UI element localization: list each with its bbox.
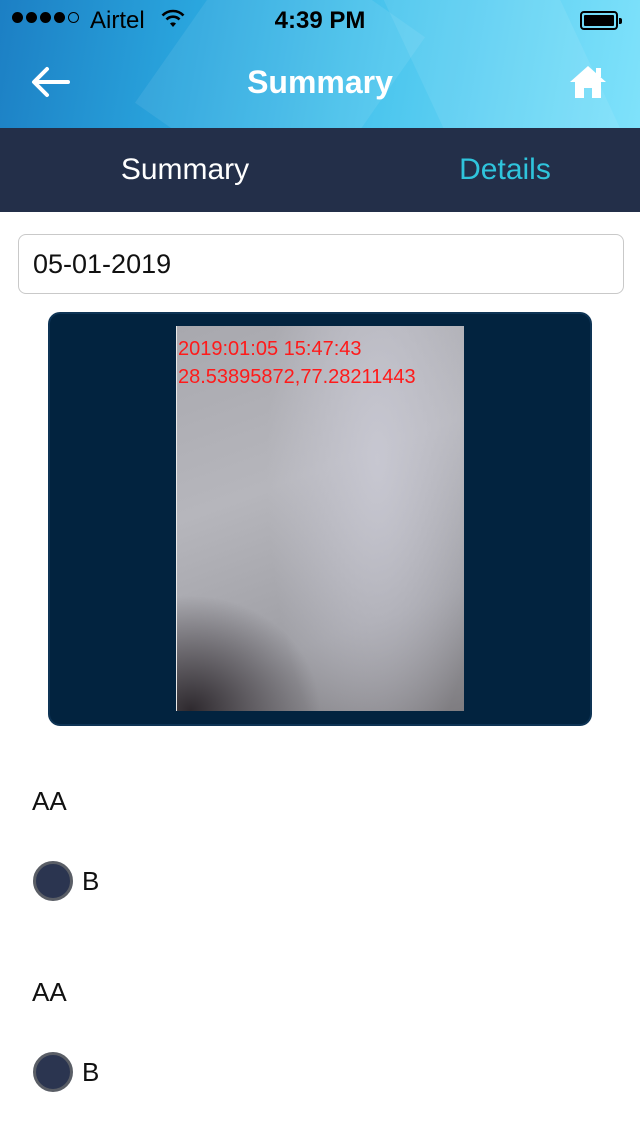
battery-icon xyxy=(580,11,622,30)
home-icon xyxy=(568,64,608,105)
app-header: Airtel 4:39 PM Summary xyxy=(0,0,640,128)
page-title: Summary xyxy=(247,64,393,100)
radio-button[interactable] xyxy=(33,1052,73,1092)
photo-timestamp: 2019:01:05 15:47:43 xyxy=(178,338,362,360)
question-label: AA xyxy=(32,977,67,1007)
navigation-bar: Summary xyxy=(0,40,640,128)
status-bar: Airtel 4:39 PM xyxy=(0,0,640,40)
photo-coordinates: 28.53895872,77.28211443 xyxy=(178,366,416,388)
radio-option-label: B xyxy=(82,1056,100,1087)
captured-photo[interactable]: 2019:01:05 15:47:43 28.53895872,77.28211… xyxy=(176,326,464,711)
radio-option[interactable]: B xyxy=(33,860,99,902)
radio-option-label: B xyxy=(82,865,100,896)
tab-details[interactable]: Details xyxy=(400,128,610,212)
date-field[interactable]: 05-01-2019 xyxy=(18,234,624,294)
radio-button[interactable] xyxy=(33,861,73,901)
radio-option[interactable]: B xyxy=(33,1051,99,1093)
status-time: 4:39 PM xyxy=(274,7,366,34)
question-label: AA xyxy=(32,786,67,816)
tab-bar: Summary Details xyxy=(0,128,640,212)
home-button[interactable] xyxy=(560,58,616,110)
tab-summary[interactable]: Summary xyxy=(60,128,310,212)
